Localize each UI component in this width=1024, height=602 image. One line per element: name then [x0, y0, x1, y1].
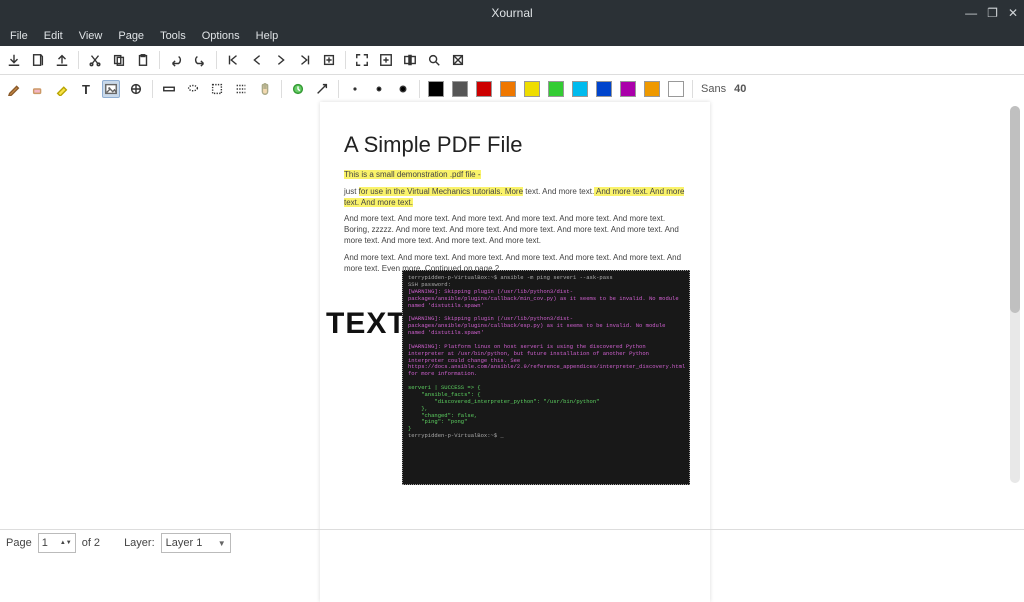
undo-icon[interactable]	[168, 52, 184, 68]
zoom-in-icon[interactable]	[426, 52, 442, 68]
eraser-tool-icon[interactable]	[30, 81, 46, 97]
color-orange[interactable]	[500, 81, 516, 97]
separator	[338, 80, 339, 98]
zoom-fit-icon[interactable]	[378, 52, 394, 68]
select-vert-icon[interactable]	[233, 81, 249, 97]
stroke-fine-icon[interactable]	[347, 81, 363, 97]
color-gray[interactable]	[452, 81, 468, 97]
titlebar: Xournal — ❐ ✕	[0, 0, 1024, 26]
scrollbar[interactable]	[1010, 106, 1020, 483]
para-3: And more text. And more text. And more t…	[344, 214, 686, 246]
ruler-icon[interactable]	[161, 81, 177, 97]
copy-icon[interactable]	[111, 52, 127, 68]
menu-tools[interactable]: Tools	[154, 30, 192, 42]
maximize-button[interactable]: ❐	[987, 6, 998, 20]
separator	[78, 51, 79, 69]
font-name[interactable]: Sans	[701, 83, 726, 95]
redo-icon[interactable]	[192, 52, 208, 68]
image-tool-icon[interactable]	[102, 80, 120, 98]
separator	[419, 80, 420, 98]
default-tool-icon[interactable]	[290, 81, 306, 97]
inserted-image[interactable]: terrypidden-p-VirtualBox:~$ ansible -m p…	[402, 270, 690, 485]
separator	[152, 80, 153, 98]
menu-options[interactable]: Options	[196, 30, 246, 42]
page-spinner[interactable]: 1 ▲▼	[38, 533, 76, 553]
open-icon[interactable]	[54, 52, 70, 68]
zoom-out-icon[interactable]	[450, 52, 466, 68]
color-blue[interactable]	[596, 81, 612, 97]
font-size[interactable]: 40	[734, 83, 746, 95]
select-rect-icon[interactable]	[209, 81, 225, 97]
text-tool-icon[interactable]: T	[78, 81, 94, 97]
menu-edit[interactable]: Edit	[38, 30, 69, 42]
separator	[345, 51, 346, 69]
highlighter-tool-icon[interactable]	[54, 81, 70, 97]
main-toolbar	[0, 46, 1024, 75]
select-lasso-icon[interactable]	[185, 81, 201, 97]
color-black[interactable]	[428, 81, 444, 97]
highlight-2: for use in the Virtual Mechanics tutoria…	[359, 187, 523, 196]
zoom-width-icon[interactable]	[402, 52, 418, 68]
color-yellow[interactable]	[524, 81, 540, 97]
scroll-thumb[interactable]	[1010, 106, 1020, 313]
hand-tool-icon[interactable]	[257, 81, 273, 97]
color-red[interactable]	[476, 81, 492, 97]
color-cyan[interactable]	[572, 81, 588, 97]
page-add-icon[interactable]	[321, 52, 337, 68]
page-content: A Simple PDF File This is a small demons…	[320, 102, 710, 274]
para-1: This is a small demonstration .pdf file …	[344, 170, 686, 181]
prev-page-icon[interactable]	[249, 52, 265, 68]
new-icon[interactable]	[30, 52, 46, 68]
page-label: Page	[6, 537, 32, 549]
paste-icon[interactable]	[135, 52, 151, 68]
highlight-1: This is a small demonstration .pdf file …	[344, 170, 481, 179]
color-green[interactable]	[548, 81, 564, 97]
menubar: File Edit View Page Tools Options Help	[0, 26, 1024, 46]
last-page-icon[interactable]	[297, 52, 313, 68]
menu-page[interactable]: Page	[112, 30, 150, 42]
menu-help[interactable]: Help	[250, 30, 285, 42]
color-magenta[interactable]	[620, 81, 636, 97]
canvas-area[interactable]: A Simple PDF File This is a small demons…	[0, 102, 1024, 530]
minimize-button[interactable]: —	[965, 6, 977, 20]
cut-icon[interactable]	[87, 52, 103, 68]
page-of: of 2	[82, 537, 100, 549]
shapes-tool-icon[interactable]	[128, 81, 144, 97]
para-2: just for use in the Virtual Mechanics tu…	[344, 187, 686, 209]
page[interactable]: A Simple PDF File This is a small demons…	[320, 102, 710, 602]
separator	[159, 51, 160, 69]
menu-view[interactable]: View	[73, 30, 109, 42]
inserted-text[interactable]: TEXT	[326, 307, 407, 341]
separator	[216, 51, 217, 69]
stroke-thick-icon[interactable]	[395, 81, 411, 97]
chevron-down-icon: ▼	[218, 539, 226, 548]
next-page-icon[interactable]	[273, 52, 289, 68]
pen-tool-icon[interactable]	[6, 81, 22, 97]
layer-combo[interactable]: Layer 1▼	[161, 533, 231, 553]
separator	[692, 80, 693, 98]
window-buttons: — ❐ ✕	[965, 0, 1018, 26]
color-amber[interactable]	[644, 81, 660, 97]
arrow-tool-icon[interactable]	[314, 81, 330, 97]
layer-label: Layer:	[124, 537, 155, 549]
color-white[interactable]	[668, 81, 684, 97]
doc-title: A Simple PDF File	[344, 132, 686, 158]
fullscreen-icon[interactable]	[354, 52, 370, 68]
statusbar: Page 1 ▲▼ of 2 Layer: Layer 1▼	[0, 529, 1024, 556]
first-page-icon[interactable]	[225, 52, 241, 68]
menu-file[interactable]: File	[4, 30, 34, 42]
window-title: Xournal	[491, 6, 532, 20]
save-icon[interactable]	[6, 52, 22, 68]
separator	[281, 80, 282, 98]
tools-toolbar: T Sans 40	[0, 75, 1024, 104]
close-button[interactable]: ✕	[1008, 6, 1018, 20]
stroke-medium-icon[interactable]	[371, 81, 387, 97]
